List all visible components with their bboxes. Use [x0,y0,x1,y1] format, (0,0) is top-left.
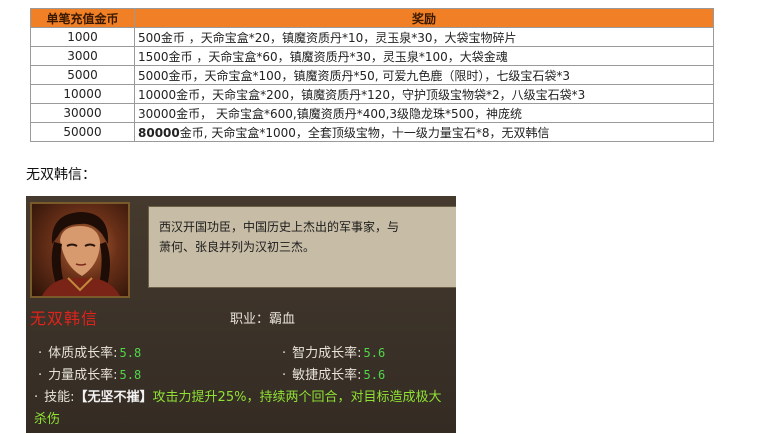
job-value: 霸血 [269,312,296,327]
stat-intellect: · 智力成长率: 5.6 [282,342,385,361]
stat-agility: · 敏捷成长率: 5.6 [282,364,385,383]
reward-cell: 500金币 ，天命宝盒*20，镇魔资质丹*10，灵玉泉*30，大袋宝物碎片 [134,27,714,47]
table-row: 1000 500金币 ，天命宝盒*20，镇魔资质丹*10，灵玉泉*30，大袋宝物… [30,27,714,47]
stat-value: 5.6 [363,368,386,382]
description-line: 西汉开国功臣，中国历史上杰出的军事家，与 [159,220,400,234]
table-row: 5000 5000金币，天命宝盒*100，镇魔资质丹*50, 可爱九色鹿（限时）… [30,65,714,85]
bullet-icon: · [38,346,43,361]
bullet-icon: · [282,346,287,361]
stat-constitution: · 体质成长率: 5.8 [38,342,141,361]
table-row: 30000 30000金币， 天命宝盒*600,镇魔资质丹*400,3级隐龙珠*… [30,103,714,123]
hero-card: 西汉开国功臣，中国历史上杰出的军事家，与 萧何、张良并列为汉初三杰。 无双韩信 … [26,196,456,433]
amount-cell: 50000 [30,122,135,142]
stat-strength: · 力量成长率: 5.8 [38,364,141,383]
bullet-icon: · [38,368,43,383]
description-line: 萧何、张良并列为汉初三杰。 [159,240,316,254]
skill-label: 技能: [44,390,75,405]
amount-cell: 3000 [30,46,135,66]
stat-value: 5.6 [363,346,386,360]
stat-label: 智力成长率: [292,346,362,361]
hero-description: 西汉开国功臣，中国历史上杰出的军事家，与 萧何、张良并列为汉初三杰。 [148,206,456,288]
header-reward: 奖励 [134,8,714,28]
stat-value: 5.8 [119,368,142,382]
amount-cell: 1000 [30,27,135,47]
stat-label: 体质成长率: [48,346,118,361]
hero-caption: 无双韩信： [26,167,96,183]
amount-cell: 30000 [30,103,135,123]
reward-table: 单笔充值金币 奖励 1000 500金币 ，天命宝盒*20，镇魔资质丹*10，灵… [30,8,714,142]
stat-label: 力量成长率: [48,368,118,383]
header-amount: 单笔充值金币 [30,8,135,28]
reward-cell: 30000金币， 天命宝盒*600,镇魔资质丹*400,3级隐龙珠*500，神庞… [134,103,714,123]
bullet-icon: · [34,390,39,405]
table-header-row: 单笔充值金币 奖励 [30,8,714,28]
job-label: 职业： [230,312,270,327]
table-row: 50000 80000金币, 天命宝盒*1000，全套顶级宝物，十一级力量宝石*… [30,122,714,142]
table-row: 3000 1500金币 ，天命宝盒*60，镇魔资质丹*30，灵玉泉*100，大袋… [30,46,714,66]
stat-value: 5.8 [119,346,142,360]
reward-cell: 5000金币，天命宝盒*100，镇魔资质丹*50, 可爱九色鹿（限时），七级宝石… [134,65,714,85]
reward-cell: 10000金币，天命宝盒*200，镇魔资质丹*120，守护顶级宝物袋*2，八级宝… [134,84,714,104]
hero-skill: · 技能:【无坚不摧】攻击力提升25%，持续两个回合，对目标造成极大杀伤 [34,387,452,431]
stat-label: 敏捷成长率: [292,368,362,383]
reward-cell: 80000金币, 天命宝盒*1000，全套顶级宝物，十一级力量宝石*8，无双韩信 [134,122,714,142]
hero-name: 无双韩信 [30,309,99,328]
hero-portrait-icon [30,202,130,298]
hero-job: 职业：霸血 [230,308,295,327]
reward-cell: 1500金币 ，天命宝盒*60，镇魔资质丹*30，灵玉泉*100，大袋金魂 [134,46,714,66]
table-row: 10000 10000金币，天命宝盒*200，镇魔资质丹*120，守护顶级宝物袋… [30,84,714,104]
skill-name: 【无坚不摧】 [74,390,153,405]
amount-cell: 5000 [30,65,135,85]
amount-cell: 10000 [30,84,135,104]
bullet-icon: · [282,368,287,383]
